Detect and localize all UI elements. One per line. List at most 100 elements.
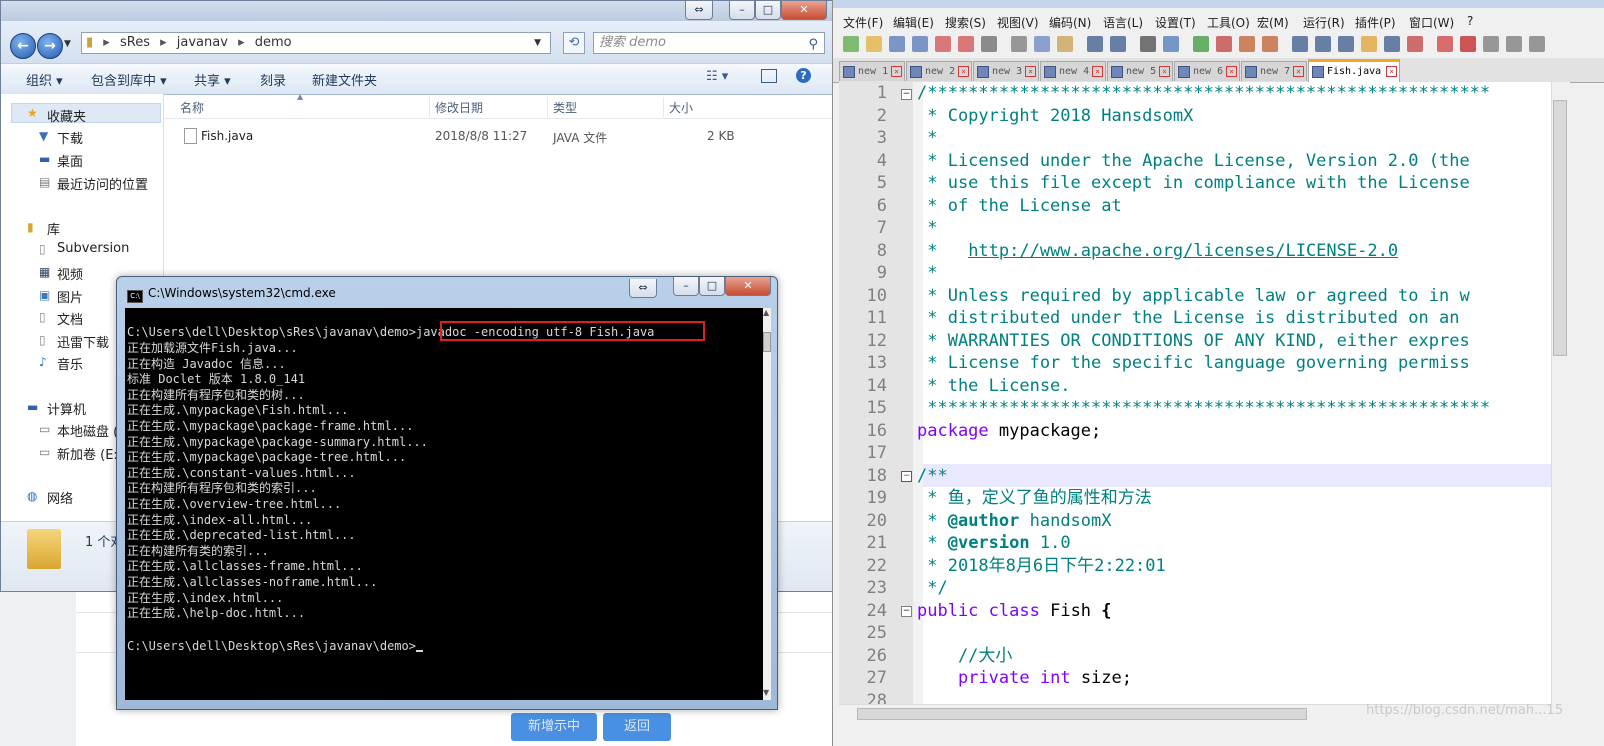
fold-collapse-icon[interactable]: − <box>901 471 912 482</box>
tab-new-1[interactable]: new 1 × <box>839 61 905 81</box>
sidebar-libraries[interactable]: 库 <box>47 219 60 238</box>
indent-guide-icon[interactable] <box>1338 36 1354 52</box>
menu-item[interactable]: 视图(V) <box>997 14 1039 31</box>
record-macro-icon[interactable] <box>1460 36 1476 52</box>
copy-icon[interactable] <box>1034 36 1050 52</box>
scroll-up-icon[interactable]: ▲ <box>763 308 769 317</box>
cmd-scroll-thumb[interactable] <box>763 332 771 352</box>
sidebar-item-drive-e[interactable]: 新加卷 (E:) <box>57 444 123 463</box>
scroll-down-icon[interactable]: ▼ <box>763 688 769 697</box>
console-output[interactable]: C:\Users\dell\Desktop\sRes\javanav\demo>… <box>125 308 763 700</box>
close-button[interactable]: ✕ <box>781 1 827 20</box>
monitor-icon[interactable] <box>1437 36 1453 52</box>
preview-pane-icon[interactable] <box>761 69 777 83</box>
redo-icon[interactable] <box>1110 36 1126 52</box>
maximize-button[interactable]: □ <box>755 1 781 20</box>
tab-fish-java[interactable]: Fish.java × <box>1308 59 1400 82</box>
sidebar-network[interactable]: 网络 <box>47 488 73 507</box>
save-icon[interactable] <box>889 36 905 52</box>
sidebar-item-pictures[interactable]: 图片 <box>57 287 83 306</box>
column-modified[interactable]: 修改日期 <box>435 99 483 116</box>
paste-icon[interactable] <box>1057 36 1073 52</box>
tab-close-icon[interactable]: × <box>891 66 902 77</box>
menu-item[interactable]: 运行(R) <box>1303 14 1345 31</box>
run-macro-icon[interactable] <box>1529 36 1545 52</box>
background-back-button[interactable]: 返回 <box>603 713 671 741</box>
sidebar-item-recent[interactable]: 最近访问的位置 <box>57 174 148 193</box>
code-editor[interactable]: 1 2 3 4 5 6 7 8 9 10 11 12 13 14 15 16 17 18 19 20 21 22 23 24 2… <box>839 82 1551 704</box>
sidebar-item-videos[interactable]: 视频 <box>57 264 83 283</box>
sidebar-favorites[interactable]: 收藏夹 <box>47 106 86 125</box>
refresh-icon[interactable]: ⟲ <box>563 32 585 54</box>
folder-workspace-icon[interactable] <box>1407 36 1423 52</box>
column-separator[interactable] <box>663 97 664 117</box>
tab-new-2[interactable]: new 2 × <box>906 61 972 81</box>
sync-h-icon[interactable] <box>1262 36 1278 52</box>
column-type[interactable]: 类型 <box>553 99 577 116</box>
menu-item[interactable]: 宏(M) <box>1257 14 1289 31</box>
save-all-icon[interactable] <box>912 36 928 52</box>
tab-close-icon[interactable]: × <box>1226 66 1237 77</box>
maximize-button[interactable]: □ <box>699 277 725 296</box>
address-box[interactable]: ▮ ▸ sRes ▸ javanav ▸ demo ▼ <box>81 32 551 54</box>
menu-item[interactable]: 编码(N) <box>1049 14 1091 31</box>
breadcrumb-item[interactable]: demo <box>255 35 292 50</box>
fold-collapse-icon[interactable]: − <box>901 606 912 617</box>
tab-close-icon[interactable]: × <box>1386 66 1397 77</box>
sidebar-item-subversion[interactable]: Subversion <box>57 241 129 256</box>
search-icon[interactable]: ⚲ <box>808 35 818 55</box>
cut-icon[interactable] <box>1011 36 1027 52</box>
forward-arrow-icon[interactable]: → <box>37 33 63 59</box>
close-all-icon[interactable] <box>958 36 974 52</box>
address-dropdown-icon[interactable]: ▼ <box>534 33 541 53</box>
doc-map-icon[interactable] <box>1361 36 1377 52</box>
tab-close-icon[interactable]: × <box>1293 66 1304 77</box>
minimize-button[interactable]: – <box>729 1 755 20</box>
resize-icon[interactable]: ⇔ <box>629 279 657 298</box>
undo-icon[interactable] <box>1087 36 1103 52</box>
include-in-library-button[interactable]: 包含到库中 ▾ <box>91 70 167 89</box>
tab-new-5[interactable]: new 5 × <box>1107 61 1173 81</box>
menu-item[interactable]: 插件(P) <box>1355 14 1396 31</box>
column-separator[interactable] <box>429 97 430 117</box>
file-name[interactable]: Fish.java <box>201 129 253 143</box>
resize-icon[interactable]: ⇔ <box>685 1 713 20</box>
column-name[interactable]: 名称 <box>180 99 204 116</box>
help-icon[interactable]: ? <box>796 68 811 83</box>
organize-button[interactable]: 组织 ▾ <box>26 70 63 89</box>
menu-item[interactable]: 窗口(W) <box>1409 14 1454 31</box>
tab-close-icon[interactable]: × <box>1159 66 1170 77</box>
sidebar-item-documents[interactable]: 文档 <box>57 309 83 328</box>
editor-vscroll-thumb[interactable] <box>1553 100 1567 356</box>
tab-close-icon[interactable]: × <box>958 66 969 77</box>
breadcrumb-item[interactable]: sRes <box>120 35 150 50</box>
license-link[interactable]: http://www.apache.org/licenses/LICENSE-2… <box>968 241 1398 261</box>
function-list-icon[interactable] <box>1384 36 1400 52</box>
history-dropdown-icon[interactable]: ▼ <box>64 39 71 49</box>
sidebar-item-music[interactable]: 音乐 <box>57 354 83 373</box>
tab-close-icon[interactable]: × <box>1092 66 1103 77</box>
column-separator[interactable] <box>547 97 548 117</box>
zoom-out-icon[interactable] <box>1216 36 1232 52</box>
back-arrow-icon[interactable]: ← <box>10 33 36 59</box>
stop-macro-icon[interactable] <box>1483 36 1499 52</box>
menu-item[interactable]: ? <box>1467 14 1473 28</box>
tab-close-icon[interactable]: × <box>1025 66 1036 77</box>
close-button[interactable]: ✕ <box>725 277 771 296</box>
share-button[interactable]: 共享 ▾ <box>194 70 231 89</box>
column-size[interactable]: 大小 <box>669 99 693 116</box>
menu-item[interactable]: 文件(F) <box>843 14 883 31</box>
menu-item[interactable]: 设置(T) <box>1155 14 1196 31</box>
tab-new-3[interactable]: new 3 × <box>973 61 1039 81</box>
sidebar-computer[interactable]: 计算机 <box>47 399 86 418</box>
sidebar-item-downloads[interactable]: 下载 <box>57 128 83 147</box>
close-icon[interactable] <box>935 36 951 52</box>
menu-item[interactable]: 语言(L) <box>1103 14 1143 31</box>
menu-item[interactable]: 编辑(E) <box>893 14 934 31</box>
tab-new-4[interactable]: new 4 × <box>1040 61 1106 81</box>
sidebar-item-desktop[interactable]: 桌面 <box>57 151 83 170</box>
new-folder-button[interactable]: 新建文件夹 <box>312 70 377 89</box>
editor-hscroll-thumb[interactable] <box>857 708 1307 720</box>
zoom-in-icon[interactable] <box>1193 36 1209 52</box>
new-file-icon[interactable] <box>843 36 859 52</box>
